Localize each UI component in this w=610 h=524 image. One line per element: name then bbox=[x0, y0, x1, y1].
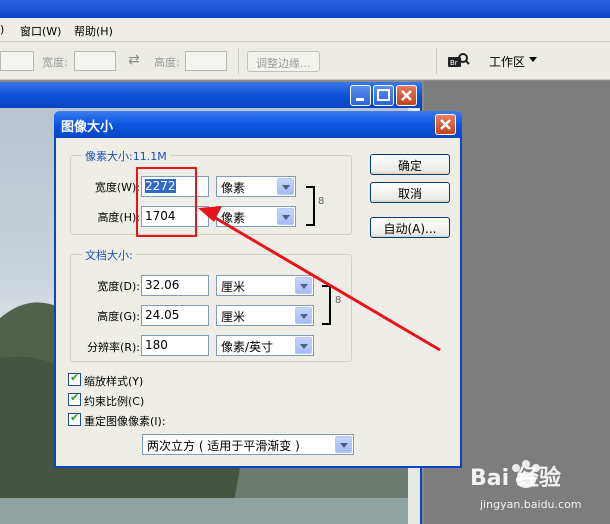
height-input[interactable] bbox=[185, 51, 227, 71]
chain-link-icon: 8 bbox=[318, 196, 325, 207]
chevron-down-icon bbox=[295, 277, 312, 294]
pixel-width-label: 宽度(W): bbox=[94, 181, 140, 194]
minimize-icon bbox=[356, 98, 364, 101]
doc-height-value: 24.05 bbox=[145, 308, 180, 322]
options-bar: 宽度: ⇄ 高度: 调整边缘... Br 工作区 bbox=[0, 42, 610, 80]
menu-item-help[interactable]: 帮助(H) bbox=[74, 23, 113, 39]
separator bbox=[436, 48, 437, 74]
maximize-icon bbox=[377, 89, 390, 101]
watermark-url: jingyan.baidu.com bbox=[480, 498, 582, 511]
document-title-bar[interactable] bbox=[0, 82, 422, 108]
auto-button[interactable]: 自动(A)... bbox=[370, 217, 450, 238]
pixel-height-unit-select[interactable]: 像素 bbox=[216, 206, 296, 227]
dialog-title: 图像大小 bbox=[61, 120, 114, 135]
doc-width-unit: 厘米 bbox=[221, 280, 246, 294]
chevron-down-icon bbox=[295, 307, 312, 324]
app-title-bar bbox=[0, 0, 610, 18]
dialog-close-button[interactable] bbox=[435, 114, 456, 135]
height-label: 高度: bbox=[154, 56, 180, 69]
resolution-unit: 像素/英寸 bbox=[221, 340, 274, 354]
scale-styles-checkbox[interactable] bbox=[68, 371, 81, 386]
minimize-button[interactable] bbox=[350, 85, 371, 106]
maximize-button[interactable] bbox=[373, 85, 394, 106]
chevron-down-icon bbox=[277, 178, 294, 195]
resample-method-select[interactable]: 两次立方 ( 适用于平滑渐变 ) bbox=[142, 434, 354, 455]
resample-checkbox[interactable] bbox=[68, 411, 81, 426]
chevron-down-icon bbox=[295, 337, 312, 354]
doc-width-value: 32.06 bbox=[145, 278, 180, 292]
style-dropdown[interactable] bbox=[0, 51, 34, 71]
chevron-down-icon bbox=[529, 57, 537, 62]
doc-height-label: 高度(G): bbox=[97, 310, 140, 323]
doc-width-label: 宽度(D): bbox=[97, 280, 140, 293]
pixel-width-unit-select[interactable]: 像素 bbox=[216, 176, 296, 197]
document-size-legend: 文档大小: bbox=[82, 247, 136, 263]
annotation-highlight-box bbox=[136, 167, 197, 237]
chevron-down-icon bbox=[335, 436, 352, 453]
menu-item-partial[interactable]: ) bbox=[0, 23, 4, 36]
swap-icon[interactable]: ⇄ bbox=[128, 52, 140, 68]
pixel-link-bracket bbox=[306, 186, 315, 226]
image-size-dialog: 图像大小 像素大小:11.1M 宽度(W): 2272 像素 高度(H): 17… bbox=[54, 111, 462, 468]
pixel-height-unit: 像素 bbox=[221, 211, 246, 225]
cancel-button[interactable]: 取消 bbox=[370, 182, 450, 203]
menu-bar: ) 窗口(W) 帮助(H) bbox=[0, 18, 610, 42]
doc-height-unit: 厘米 bbox=[221, 310, 246, 324]
pixel-height-label: 高度(H): bbox=[97, 211, 140, 224]
doc-height-unit-select[interactable]: 厘米 bbox=[216, 305, 314, 326]
resample-label: 重定图像像素(I): bbox=[84, 415, 166, 428]
bridge-icon[interactable]: Br bbox=[446, 51, 470, 73]
doc-link-bracket bbox=[322, 285, 331, 325]
chevron-down-icon bbox=[277, 208, 294, 225]
constrain-proportions-checkbox[interactable] bbox=[68, 391, 81, 406]
separator bbox=[238, 48, 239, 74]
pixel-dimensions-legend: 像素大小:11.1M bbox=[82, 148, 170, 164]
close-icon bbox=[401, 90, 412, 101]
constrain-proportions-label: 约束比例(C) bbox=[84, 395, 145, 408]
resolution-value: 180 bbox=[145, 338, 168, 352]
pixel-width-unit: 像素 bbox=[221, 181, 246, 195]
menu-item-window[interactable]: 窗口(W) bbox=[20, 23, 61, 39]
doc-width-input[interactable]: 32.06 bbox=[141, 275, 209, 296]
resample-method-value: 两次立方 ( 适用于平滑渐变 ) bbox=[147, 439, 300, 453]
width-input[interactable] bbox=[74, 51, 116, 71]
scale-styles-label: 缩放样式(Y) bbox=[84, 375, 144, 388]
workspace-menu[interactable]: 工作区 bbox=[489, 53, 525, 70]
resolution-label: 分辨率(R): bbox=[87, 341, 140, 354]
resolution-input[interactable]: 180 bbox=[141, 335, 209, 356]
chain-link-icon: 8 bbox=[335, 295, 342, 306]
dialog-title-bar[interactable]: 图像大小 bbox=[54, 111, 462, 138]
doc-height-input[interactable]: 24.05 bbox=[141, 305, 209, 326]
resolution-unit-select[interactable]: 像素/英寸 bbox=[216, 335, 314, 356]
svg-text:Br: Br bbox=[450, 59, 458, 67]
doc-width-unit-select[interactable]: 厘米 bbox=[216, 275, 314, 296]
width-label: 宽度: bbox=[42, 56, 68, 69]
ok-button[interactable]: 确定 bbox=[370, 154, 450, 175]
watermark-brand: Bai 经验 bbox=[470, 466, 561, 491]
close-icon bbox=[440, 119, 451, 130]
refine-edge-button[interactable]: 调整边缘... bbox=[247, 51, 320, 72]
close-button[interactable] bbox=[396, 85, 417, 106]
